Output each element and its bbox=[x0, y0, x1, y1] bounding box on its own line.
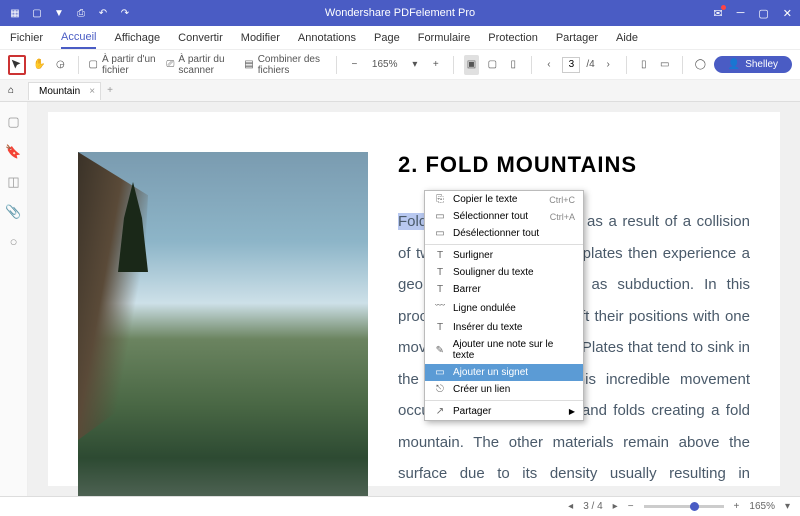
title-bar: ▦ ▢ ▼ ⎙ ↶ ↷ Wondershare PDFelement Pro ✉… bbox=[0, 0, 800, 26]
menu-protection[interactable]: Protection bbox=[488, 28, 538, 48]
zoom-slider[interactable] bbox=[644, 505, 724, 508]
ctx-copier-le-texte[interactable]: ⎘Copier le texteCtrl+C bbox=[425, 191, 583, 208]
save-icon[interactable]: ▼ bbox=[52, 6, 66, 20]
ctx-s-lectionner-tout[interactable]: ▭Sélectionner toutCtrl+A bbox=[425, 208, 583, 225]
ctx-ligne-ondul-e[interactable]: ﹋Ligne ondulée bbox=[425, 298, 583, 319]
tab-bar: ⌂ Mountain× + bbox=[0, 80, 800, 102]
menu-convertir[interactable]: Convertir bbox=[178, 28, 223, 48]
search-button[interactable]: ◯ bbox=[693, 55, 708, 75]
heading: 2. FOLD MOUNTAINS bbox=[398, 152, 750, 178]
ctx-barrer[interactable]: TBarrer bbox=[425, 281, 583, 298]
ctx-ajouter-une-note-sur-le-texte[interactable]: ✎Ajouter une note sur le texte bbox=[425, 336, 583, 364]
menu-bar: Fichier Accueil Affichage Convertir Modifier… bbox=[0, 26, 800, 50]
sidebar: ▢ 🔖 ◫ 📎 ○ bbox=[0, 102, 28, 496]
menu-partager[interactable]: Partager bbox=[556, 28, 598, 48]
maximize-button[interactable]: ▢ bbox=[758, 7, 768, 20]
redo-icon[interactable]: ↷ bbox=[118, 6, 132, 20]
status-next[interactable]: ▸ bbox=[613, 501, 618, 512]
select-tool[interactable] bbox=[8, 55, 26, 75]
zoom-out-button[interactable]: − bbox=[347, 55, 362, 75]
menu-formulaire[interactable]: Formulaire bbox=[418, 28, 471, 48]
next-page-button[interactable]: › bbox=[601, 55, 616, 75]
view-facing-button[interactable]: ▭ bbox=[657, 55, 672, 75]
page-area[interactable]: 2. FOLD MOUNTAINS Fold mountains are for… bbox=[28, 102, 800, 496]
add-tab-button[interactable]: + bbox=[107, 85, 113, 96]
fit-page-button[interactable]: ▣ bbox=[464, 55, 479, 75]
window-title: Wondershare PDFelement Pro bbox=[325, 7, 475, 19]
open-icon[interactable]: ▢ bbox=[30, 6, 44, 20]
status-zoom-out[interactable]: − bbox=[628, 501, 634, 512]
thumbnails-icon[interactable]: ▢ bbox=[7, 114, 19, 130]
user-badge[interactable]: 👤Shelley bbox=[714, 56, 792, 73]
ctx-partager[interactable]: ↗Partager▶ bbox=[425, 403, 583, 420]
fit-width-button[interactable]: ▢ bbox=[485, 55, 500, 75]
hand-tool[interactable]: ✋ bbox=[32, 55, 47, 75]
from-file-button[interactable]: ▢À partir d'un fichier bbox=[89, 54, 161, 76]
attachments-icon[interactable]: 📎 bbox=[5, 204, 21, 220]
context-menu: ⎘Copier le texteCtrl+C▭Sélectionner tout… bbox=[424, 190, 584, 421]
combine-button[interactable]: ▤Combiner des fichiers bbox=[244, 54, 326, 76]
menu-aide[interactable]: Aide bbox=[616, 28, 638, 48]
page-total: /4 bbox=[586, 59, 594, 70]
status-bar: ◂ 3 / 4 ▸ − + 165% ▾ bbox=[0, 496, 800, 516]
ctx-cr-er-un-lien[interactable]: ⎋Créer un lien bbox=[425, 381, 583, 398]
edit-tool[interactable]: ◶ bbox=[53, 55, 68, 75]
search-panel-icon[interactable]: ○ bbox=[10, 234, 18, 249]
mountain-image bbox=[78, 152, 368, 496]
menu-page[interactable]: Page bbox=[374, 28, 400, 48]
status-zoom-dropdown[interactable]: ▾ bbox=[785, 501, 790, 512]
ctx-souligner-du-texte[interactable]: TSouligner du texte bbox=[425, 264, 583, 281]
menu-fichier[interactable]: Fichier bbox=[10, 28, 43, 48]
prev-page-button[interactable]: ‹ bbox=[541, 55, 556, 75]
close-tab-icon[interactable]: × bbox=[89, 86, 95, 97]
toolbar: ✋ ◶ ▢À partir d'un fichier ⎚À partir du … bbox=[0, 50, 800, 80]
undo-icon[interactable]: ↶ bbox=[96, 6, 110, 20]
ctx-surligner[interactable]: TSurligner bbox=[425, 247, 583, 264]
menu-affichage[interactable]: Affichage bbox=[114, 28, 160, 48]
close-button[interactable]: ✕ bbox=[783, 7, 792, 20]
comments-icon[interactable]: ◫ bbox=[7, 174, 19, 190]
page-content: 2. FOLD MOUNTAINS Fold mountains are for… bbox=[48, 112, 780, 486]
status-prev[interactable]: ◂ bbox=[568, 501, 573, 512]
ctx-ins-rer-du-texte[interactable]: TInsérer du texte bbox=[425, 319, 583, 336]
status-zoom-in[interactable]: + bbox=[734, 501, 740, 512]
menu-annotations[interactable]: Annotations bbox=[298, 28, 356, 48]
page-input[interactable] bbox=[562, 57, 580, 73]
fit-height-button[interactable]: ▯ bbox=[506, 55, 521, 75]
status-page: 3 / 4 bbox=[583, 501, 602, 512]
zoom-dropdown[interactable]: ▾ bbox=[408, 55, 423, 75]
home-icon[interactable]: ⌂ bbox=[8, 85, 14, 96]
minimize-button[interactable]: ─ bbox=[737, 7, 745, 19]
notification-icon[interactable]: ✉ bbox=[713, 7, 722, 20]
ctx-ajouter-un-signet[interactable]: ▭Ajouter un signet bbox=[425, 364, 583, 381]
bookmarks-icon[interactable]: 🔖 bbox=[5, 144, 21, 160]
document-tab[interactable]: Mountain× bbox=[28, 82, 101, 100]
menu-accueil[interactable]: Accueil bbox=[61, 27, 96, 49]
ctx-d-s-lectionner-tout[interactable]: ▭Désélectionner tout bbox=[425, 225, 583, 242]
zoom-value[interactable]: 165% bbox=[368, 59, 402, 70]
from-scanner-button[interactable]: ⎚À partir du scanner bbox=[166, 54, 238, 76]
zoom-in-button[interactable]: + bbox=[428, 55, 443, 75]
print-icon[interactable]: ⎙ bbox=[74, 6, 88, 20]
app-icon[interactable]: ▦ bbox=[8, 6, 22, 20]
view-single-button[interactable]: ▯ bbox=[636, 55, 651, 75]
menu-modifier[interactable]: Modifier bbox=[241, 28, 280, 48]
status-zoom-value: 165% bbox=[749, 501, 775, 512]
